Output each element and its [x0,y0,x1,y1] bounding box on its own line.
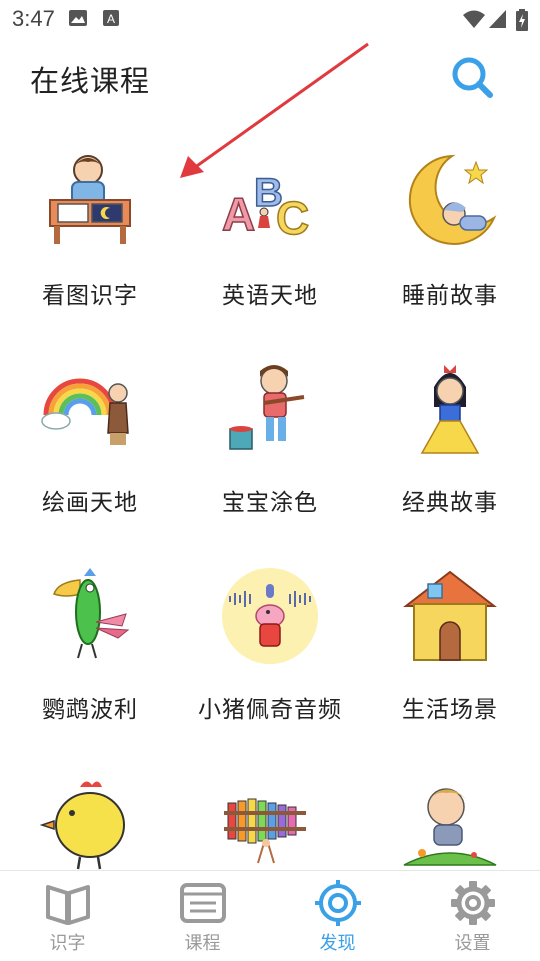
svg-text:A: A [222,188,255,240]
course-label: 生活场景 [402,697,498,723]
course-item-peppa-audio[interactable]: 小猪佩奇音频 [180,536,360,743]
nav-label: 发现 [319,933,356,954]
chick-icon [40,781,125,870]
course-label: 宝宝涂色 [222,490,318,516]
course-grid: 看图识字 A B C 英语天地 睡前故事 绘画天地 宝宝涂色 经典故事 鹦鹉波利… [0,122,540,870]
nav-tab-kecheng[interactable]: 课程 [135,871,270,961]
search-button[interactable] [448,54,496,102]
course-label: 睡前故事 [402,283,498,309]
nav-tab-shezhi[interactable]: 设置 [405,871,540,961]
course-item-baobao-tuse[interactable]: 宝宝涂色 [180,329,360,536]
princess-icon [420,365,480,454]
course-label: 经典故事 [402,490,498,516]
moon-sleeping-baby-icon [408,154,497,245]
open-book-icon [46,885,90,925]
course-label: 绘画天地 [42,490,138,516]
peppa-pig-audio-icon [222,568,318,664]
header: 在线课程 [0,36,540,122]
boy-on-grass-icon [403,788,497,866]
course-item-shuiqian-gushi[interactable]: 睡前故事 [360,122,540,329]
search-icon [452,57,493,98]
course-label: 看图识字 [42,283,138,309]
status-time: 3:47 [12,6,55,31]
app-notification-icon: A [103,10,119,26]
course-item-huihua-tiandi[interactable]: 绘画天地 [0,329,180,536]
nav-label: 识字 [49,933,86,954]
boy-reading-book-icon [49,155,131,244]
course-item-boy-on-grass[interactable] [360,743,540,870]
girl-painting-icon [229,365,305,450]
rainbow-painter-icon [41,378,129,445]
house-icon [403,570,497,661]
course-label: 小猪佩奇音频 [198,697,342,723]
course-item-kantu-shizi[interactable]: 看图识字 [0,122,180,329]
nav-tab-faxian[interactable]: 发现 [270,871,405,961]
course-label: 鹦鹉波利 [42,697,138,723]
status-bar: 3:47 A [0,0,540,36]
image-notification-icon [69,10,87,26]
gear-icon [451,881,495,925]
page-title: 在线课程 [30,64,151,98]
discover-target-icon [315,880,361,926]
nav-tab-shizi[interactable]: 识字 [0,871,135,961]
nav-label: 课程 [184,933,221,954]
course-item-chick[interactable] [0,743,180,870]
abc-letters-icon: A B C [221,170,310,245]
svg-text:A: A [107,12,115,26]
cell-signal-icon [489,10,506,28]
parrot-icon [53,568,130,659]
course-item-yingyu-tiandi[interactable]: A B C 英语天地 [180,122,360,329]
wifi-icon [463,10,485,28]
nav-label: 设置 [454,933,491,954]
course-list-icon [180,883,226,923]
course-item-xylophone[interactable] [180,743,360,870]
course-item-jingdian-gushi[interactable]: 经典故事 [360,329,540,536]
xylophone-icon [224,798,306,864]
course-item-yingwu-boli[interactable]: 鹦鹉波利 [0,536,180,743]
battery-icon [516,9,528,31]
course-label: 英语天地 [222,283,318,309]
bottom-navigation: 识字 课程 发现 设置 [0,870,540,961]
svg-text:C: C [276,192,309,244]
course-item-shenghuo-changjing[interactable]: 生活场景 [360,536,540,743]
